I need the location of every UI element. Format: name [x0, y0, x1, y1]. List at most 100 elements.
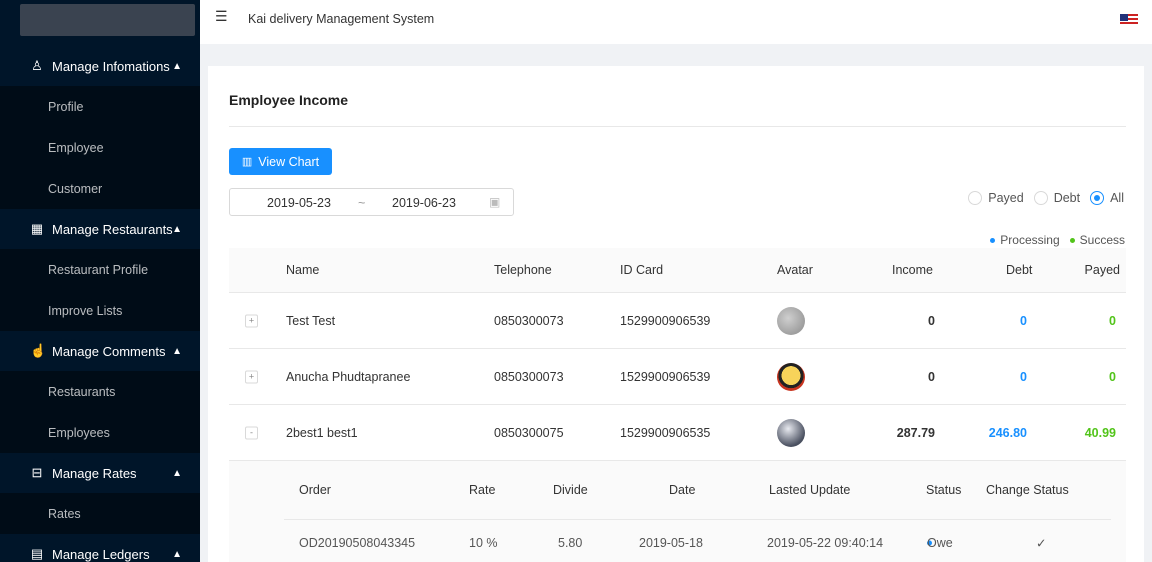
- radio-circle: [1033, 191, 1048, 205]
- menu-group-manage-ledgers[interactable]: ▤ Manage Ledgers ▲: [0, 534, 200, 562]
- date-end[interactable]: 2019-06-23: [392, 196, 456, 210]
- cell-id-card: 1529900906535: [620, 425, 711, 440]
- status-legend: Processing Success: [990, 233, 1125, 247]
- success-dot-icon: [1069, 238, 1075, 244]
- expanded-row-details: Order Rate Divide Date Lasted Update Sta…: [229, 461, 1126, 562]
- collapse-button[interactable]: -: [245, 426, 258, 439]
- menu-group-manage-infomations[interactable]: ♙ Manage Infomations ▲: [0, 46, 200, 86]
- cell-id-card: 1529900906539: [620, 369, 711, 384]
- cell-telephone: 0850300073: [494, 369, 564, 384]
- sidebar-item-employee[interactable]: Employee: [0, 127, 200, 168]
- bar-chart-icon: ▥: [241, 156, 253, 168]
- cell-name: Test Test: [286, 313, 336, 328]
- col-order: Order: [299, 483, 331, 497]
- date-separator: ~: [358, 196, 366, 210]
- col-rate: Rate: [469, 483, 496, 497]
- filter-radio-group: Payed Debt All: [958, 191, 1124, 205]
- sidebar-item-profile[interactable]: Profile: [0, 86, 200, 127]
- sidebar-item-employees[interactable]: Employees: [0, 412, 200, 453]
- col-debt[interactable]: Debt: [1006, 263, 1032, 277]
- view-chart-button[interactable]: ▥ View Chart: [229, 148, 332, 175]
- chevron-up-icon: ▲: [172, 60, 182, 72]
- avatar-image: [777, 418, 805, 447]
- cell-payed: 0: [1109, 313, 1116, 328]
- content-card: Employee Income ▥ View Chart 2019-05-23 …: [208, 66, 1144, 562]
- legend-label: Processing: [1000, 233, 1060, 247]
- col-payed[interactable]: Payed: [1085, 263, 1120, 277]
- cell-payed: 0: [1109, 369, 1116, 384]
- cell-order: OD20190508043345: [299, 536, 416, 550]
- sidebar-menu: ♙ Manage Infomations ▲ Profile Employee …: [0, 46, 200, 562]
- cell-debt: 246.80: [988, 425, 1027, 440]
- top-header: ☰ Kai delivery Management System: [200, 0, 1152, 44]
- cell-telephone: 0850300073: [494, 313, 564, 328]
- sidebar-item-rates[interactable]: Rates: [0, 493, 200, 534]
- radio-debt[interactable]: Debt: [1033, 191, 1080, 205]
- menu-group-manage-comments[interactable]: ☝ Manage Comments ▲: [0, 331, 200, 371]
- submenu-restaurants: Restaurant Profile Improve Lists: [0, 249, 200, 331]
- chevron-up-icon: ▲: [172, 467, 182, 479]
- us-flag-icon[interactable]: [1120, 14, 1138, 26]
- radio-payed[interactable]: Payed: [968, 191, 1024, 205]
- restaurant-icon: ▦: [30, 221, 44, 236]
- avatar-image: [777, 306, 805, 335]
- col-status: Status: [926, 483, 962, 497]
- cell-id-card: 1529900906539: [620, 313, 711, 328]
- table-header: Name Telephone ID Card Avatar Income Deb…: [229, 248, 1126, 293]
- page-title: Employee Income: [229, 92, 349, 108]
- logo: [20, 4, 195, 36]
- cell-date: 2019-05-18: [639, 536, 703, 550]
- sidebar-item-restaurant-profile[interactable]: Restaurant Profile: [0, 249, 200, 290]
- change-status-check-icon[interactable]: ✓: [1036, 536, 1046, 551]
- radio-circle: [1090, 191, 1105, 205]
- col-name[interactable]: Name: [286, 263, 319, 277]
- sidebar-item-improve-lists[interactable]: Improve Lists: [0, 290, 200, 331]
- chevron-up-icon: ▲: [172, 548, 182, 560]
- avatar-image: [777, 362, 805, 391]
- col-avatar[interactable]: Avatar: [777, 263, 813, 277]
- app-title: Kai delivery Management System: [248, 12, 435, 26]
- view-chart-label: View Chart: [258, 154, 320, 169]
- date-range-picker[interactable]: 2019-05-23 ~ 2019-06-23 ▣: [229, 188, 514, 216]
- col-lasted-update: Lasted Update: [769, 483, 851, 497]
- col-telephone[interactable]: Telephone: [494, 263, 552, 277]
- radio-circle: [968, 191, 983, 205]
- thumbs-up-icon: ☝: [30, 343, 47, 358]
- col-income[interactable]: Income: [892, 263, 933, 277]
- date-start[interactable]: 2019-05-23: [267, 196, 331, 210]
- sidebar-item-restaurants[interactable]: Restaurants: [0, 371, 200, 412]
- col-id-card[interactable]: ID Card: [620, 263, 663, 277]
- cell-income: 0: [928, 313, 935, 328]
- radio-all[interactable]: All: [1090, 191, 1124, 205]
- submenu-infomations: Profile Employee Customer: [0, 86, 200, 209]
- cell-income: 0: [928, 369, 935, 384]
- menu-group-manage-restaurants[interactable]: ▦ Manage Restaurants ▲: [0, 209, 200, 249]
- rates-icon: ⊟: [31, 465, 43, 480]
- table-row: + Test Test 0850300073 1529900906539 0 0…: [229, 293, 1126, 349]
- col-change-status: Change Status: [986, 483, 1069, 497]
- income-table: Name Telephone ID Card Avatar Income Deb…: [229, 248, 1126, 562]
- col-divide: Divide: [553, 483, 588, 497]
- expand-button[interactable]: +: [245, 314, 258, 327]
- cell-name: 2best1 best1: [286, 425, 358, 440]
- expand-button[interactable]: +: [245, 370, 258, 383]
- chevron-up-icon: ▲: [172, 223, 182, 235]
- submenu-comments: Restaurants Employees: [0, 371, 200, 453]
- radio-label: All: [1110, 191, 1124, 205]
- menu-group-label: Manage Comments: [52, 343, 166, 359]
- cell-debt: 0: [1020, 313, 1027, 328]
- cell-rate: 10 %: [469, 536, 498, 550]
- sidebar-item-customer[interactable]: Customer: [0, 168, 200, 209]
- menu-group-label: Manage Ledgers: [52, 546, 150, 562]
- menu-group-manage-rates[interactable]: ⊟ Manage Rates ▲: [0, 453, 200, 493]
- menu-group-label: Manage Rates: [52, 465, 137, 481]
- nested-table-header: Order Rate Divide Date Lasted Update Sta…: [284, 461, 1111, 520]
- cell-telephone: 0850300075: [494, 425, 564, 440]
- menu-fold-icon[interactable]: ☰: [215, 8, 228, 25]
- cell-debt: 0: [1020, 369, 1027, 384]
- sidebar: ♙ Manage Infomations ▲ Profile Employee …: [0, 0, 200, 562]
- radio-label: Payed: [988, 191, 1024, 205]
- cell-payed: 40.99: [1084, 425, 1116, 440]
- cell-income: 287.79: [896, 425, 935, 440]
- cell-divide: 5.80: [558, 536, 583, 550]
